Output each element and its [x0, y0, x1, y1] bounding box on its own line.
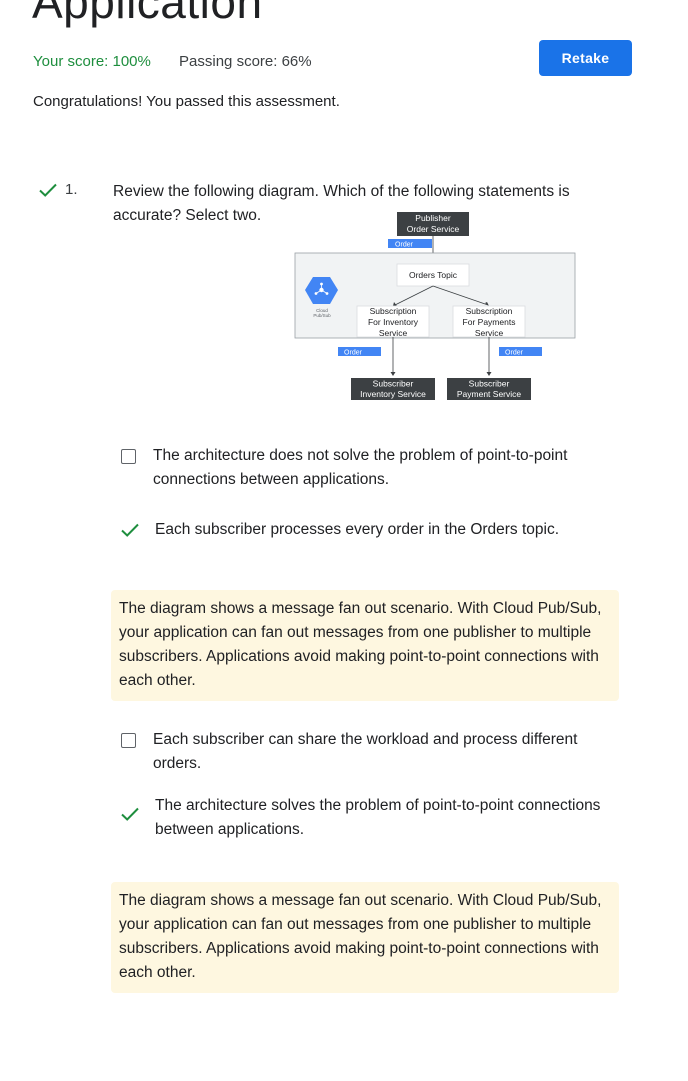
- option-3-label: Each subscriber can share the workload a…: [153, 731, 578, 772]
- retake-button[interactable]: Retake: [539, 40, 632, 76]
- option-2-feedback: The diagram shows a message fan out scen…: [111, 590, 619, 701]
- your-score: Your score: 100%: [33, 53, 151, 70]
- page-title: Application: [32, 0, 263, 28]
- result-message: Congratulations! You passed this assessm…: [33, 93, 340, 110]
- passing-score: Passing score: 66%: [179, 53, 312, 70]
- option-1-label: The architecture does not solve the prob…: [153, 447, 568, 488]
- subscription-payments-line3: Service: [475, 328, 504, 338]
- assessment-results-page: Application Your score: 100% Passing sco…: [0, 0, 688, 1081]
- pubsub-label-line2: Pub/Sub: [313, 313, 331, 318]
- question-number: 1.: [65, 181, 78, 198]
- selected-check-icon: [121, 523, 139, 537]
- order-tag-left-label: Order: [344, 350, 363, 357]
- subscriber-payment-line1: Subscriber: [469, 379, 510, 389]
- subscription-inventory-line2: For Inventory: [368, 317, 419, 327]
- score-row: Your score: 100% Passing score: 66%: [33, 52, 312, 72]
- pubsub-fanout-diagram: Publisher Order Service Order Cloud Pub/…: [294, 212, 576, 400]
- order-tag-right-label: Order: [505, 350, 524, 357]
- subscription-inventory-line1: Subscription: [370, 306, 417, 316]
- option-3-checkbox[interactable]: [121, 733, 136, 748]
- subscription-payments-line2: For Payments: [463, 317, 516, 327]
- subscription-payments-line1: Subscription: [466, 306, 513, 316]
- option-4-feedback: The diagram shows a message fan out scen…: [111, 882, 619, 993]
- orders-topic-label: Orders Topic: [409, 270, 458, 280]
- order-tag-top-label: Order: [395, 242, 414, 249]
- arrowhead-subscriber-payment: [486, 372, 492, 376]
- selected-check-icon: [121, 807, 139, 821]
- subscriber-inventory-line1: Subscriber: [373, 379, 414, 389]
- option-1-checkbox[interactable]: [121, 449, 136, 464]
- publisher-label-line2: Order Service: [407, 224, 460, 234]
- subscriber-inventory-line2: Inventory Service: [360, 389, 426, 399]
- option-2-label: Each subscriber processes every order in…: [155, 521, 560, 538]
- option-4-label: The architecture solves the problem of p…: [155, 797, 601, 838]
- arrowhead-subscriber-inventory: [390, 372, 396, 376]
- correct-check-icon: [39, 183, 57, 197]
- subscription-inventory-line3: Service: [379, 328, 408, 338]
- publisher-label-line1: Publisher: [415, 213, 451, 223]
- subscriber-payment-line2: Payment Service: [457, 389, 522, 399]
